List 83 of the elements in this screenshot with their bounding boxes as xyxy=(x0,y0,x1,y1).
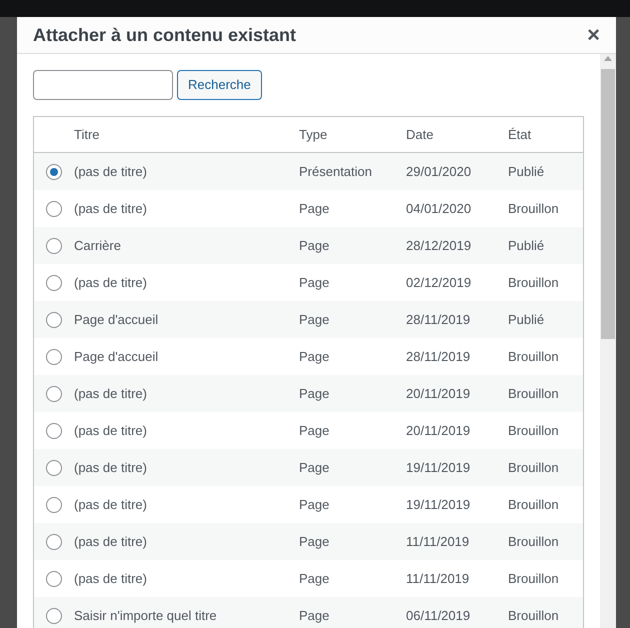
table-row[interactable]: Saisir n'importe quel titre Page 06/11/2019 Brouillon xyxy=(34,597,583,628)
search-field[interactable] xyxy=(33,70,173,100)
type-cell-text: Page xyxy=(299,274,330,292)
radio-button[interactable] xyxy=(46,274,62,290)
search-button[interactable]: Recherche xyxy=(177,70,262,100)
status-cell-text: Brouillon xyxy=(508,384,560,403)
title-cell-text: (pas de titre) xyxy=(74,532,148,551)
radio-button[interactable] xyxy=(46,496,62,512)
table-row[interactable]: (pas de titre) Page 20/11/2019 Brouillon xyxy=(34,375,583,412)
column-header: Type xyxy=(299,126,328,144)
radio-button[interactable] xyxy=(46,460,62,476)
status-cell-text: Publié xyxy=(508,162,546,181)
radio-button[interactable] xyxy=(46,348,62,364)
status-cell-text: Brouillon xyxy=(508,348,560,366)
type-cell-text: Présentation xyxy=(299,162,373,181)
type-cell-text: Page xyxy=(299,570,330,588)
date-cell-text: 06/11/2019 xyxy=(406,606,472,625)
scroll-up-icon[interactable] xyxy=(604,56,612,61)
table-row[interactable]: (pas de titre) Présentation 29/01/2020 Publié xyxy=(34,153,583,190)
date-cell-text: 11/11/2019 xyxy=(406,570,470,588)
radio-button[interactable] xyxy=(46,164,62,180)
status-cell-text: Brouillon xyxy=(508,606,560,625)
status-cell-text: Brouillon xyxy=(508,422,560,440)
column-header: Titre xyxy=(74,126,101,144)
table-row[interactable]: Carrière Page 28/12/2019 Publié xyxy=(34,227,583,264)
title-cell-text: Page d'accueil xyxy=(74,310,160,329)
status-cell-text: Brouillon xyxy=(508,274,560,292)
date-cell-text: 02/12/2019 xyxy=(406,274,472,292)
status-cell-text: Publié xyxy=(508,236,546,255)
type-cell-text: Page xyxy=(299,606,330,625)
type-cell-text: Page xyxy=(299,348,330,366)
status-cell-text: Brouillon xyxy=(508,200,560,218)
radio-button[interactable] xyxy=(46,386,62,402)
title-cell-text: (pas de titre) xyxy=(74,422,148,440)
date-cell-text: 28/12/2019 xyxy=(406,236,472,255)
type-cell-text: Page xyxy=(299,310,330,329)
status-cell-text: Brouillon xyxy=(508,458,560,477)
status-cell-text: Publié xyxy=(508,310,546,329)
date-cell-text: 19/11/2019 xyxy=(406,496,472,514)
date-cell-text: 20/11/2019 xyxy=(406,384,472,403)
status-cell-text: Brouillon xyxy=(508,570,560,588)
date-cell-text: 04/01/2020 xyxy=(406,200,472,218)
title-cell-text: (pas de titre) xyxy=(74,162,148,181)
type-cell-text: Page xyxy=(299,496,330,514)
status-cell-text: Brouillon xyxy=(508,496,560,514)
date-cell-text: 19/11/2019 xyxy=(406,458,472,477)
title-cell-text: Carrière xyxy=(74,236,122,255)
status-cell-text: Brouillon xyxy=(508,532,560,551)
radio-button[interactable] xyxy=(46,422,62,438)
date-cell-text: 20/11/2019 xyxy=(406,422,472,440)
type-cell-text: Page xyxy=(299,200,330,218)
radio-button[interactable] xyxy=(46,200,62,216)
table-row[interactable]: (pas de titre) Page 11/11/2019 Brouillon xyxy=(34,523,583,560)
scrollbar[interactable] xyxy=(600,54,616,628)
title-cell-text: Page d'accueil xyxy=(74,348,160,366)
title-cell-text: (pas de titre) xyxy=(74,384,148,403)
scrollbar-thumb[interactable] xyxy=(601,69,615,339)
date-cell-text: 29/01/2020 xyxy=(406,162,472,181)
type-cell-text: Page xyxy=(299,458,330,477)
table-row[interactable]: (pas de titre) Page 19/11/2019 Brouillon xyxy=(34,449,583,486)
column-header: Date xyxy=(406,126,434,144)
radio-button[interactable] xyxy=(46,570,62,586)
type-cell-text: Page xyxy=(299,384,330,403)
title-cell-text: (pas de titre) xyxy=(74,458,148,477)
title-cell-text: (pas de titre) xyxy=(74,200,148,218)
date-cell-text: 28/11/2019 xyxy=(406,348,472,366)
column-header: État xyxy=(508,126,532,144)
date-cell-text: 11/11/2019 xyxy=(406,532,470,551)
title-cell-text: (pas de titre) xyxy=(74,496,148,514)
title-cell-text: (pas de titre) xyxy=(74,274,148,292)
dialog-title: Attacher à un contenu existant xyxy=(33,24,296,46)
title-cell-text: Saisir n'importe quel titre xyxy=(74,606,218,625)
type-cell-text: Page xyxy=(299,532,330,551)
close-button[interactable]: × xyxy=(587,24,600,46)
radio-button[interactable] xyxy=(46,608,62,624)
table-row[interactable]: Page d'accueil Page 28/11/2019 Publié xyxy=(34,301,583,338)
radio-button[interactable] xyxy=(46,312,62,328)
title-cell-text: (pas de titre) xyxy=(74,570,148,588)
type-cell-text: Page xyxy=(299,236,330,255)
type-cell-text: Page xyxy=(299,422,330,440)
radio-button[interactable] xyxy=(46,238,62,254)
radio-button[interactable] xyxy=(46,534,62,550)
date-cell-text: 28/11/2019 xyxy=(406,310,472,329)
